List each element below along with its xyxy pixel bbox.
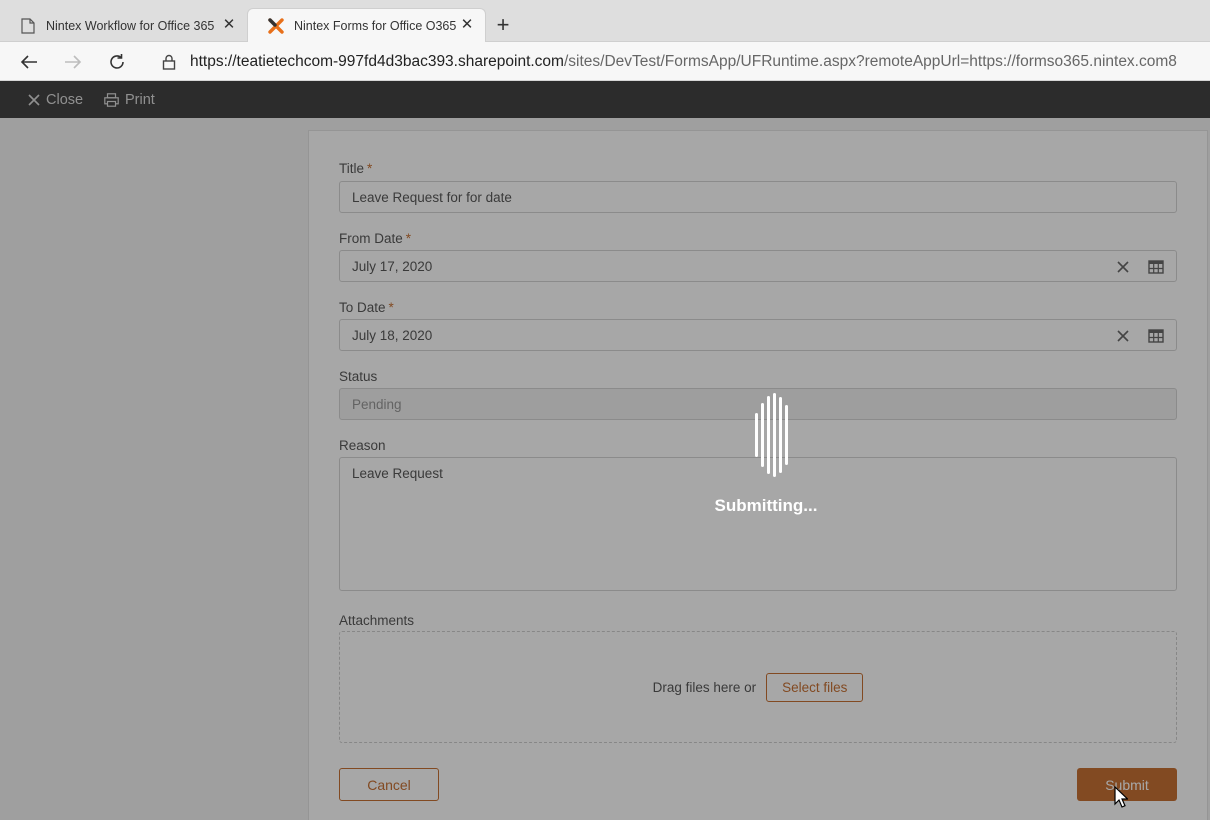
- loading-spinner-icon: [755, 393, 788, 477]
- back-button[interactable]: [17, 50, 41, 74]
- tab-title: Nintex Workflow for Office 365: [46, 18, 215, 33]
- new-tab-button[interactable]: +: [492, 14, 514, 37]
- browser-tab-bar: Nintex Workflow for Office 365 ✕ Nintex …: [0, 0, 1210, 43]
- close-tab-icon[interactable]: ✕: [221, 17, 237, 33]
- url-path: /sites/DevTest/FormsApp/UFRuntime.aspx?r…: [563, 53, 1177, 70]
- back-arrow-icon: [20, 55, 37, 69]
- submitting-message: Submitting...: [714, 496, 818, 515]
- forward-arrow-icon: [65, 55, 82, 69]
- lock-icon: [162, 54, 176, 70]
- mouse-cursor-icon: [1114, 786, 1128, 808]
- refresh-button[interactable]: [105, 50, 129, 74]
- loading-overlay: [0, 81, 1210, 820]
- refresh-icon: [110, 54, 124, 69]
- close-tab-icon[interactable]: ✕: [459, 17, 475, 33]
- forward-button[interactable]: [61, 50, 85, 74]
- tab-nintex-workflow[interactable]: Nintex Workflow for Office 365 ✕: [0, 9, 247, 42]
- url-host: https://teatietechcom-997fd4d3bac393.sha…: [190, 53, 564, 70]
- nintex-logo-icon: [268, 18, 284, 34]
- address-bar: https://teatietechcom-997fd4d3bac393.sha…: [0, 42, 1210, 81]
- url-field[interactable]: https://teatietechcom-997fd4d3bac393.sha…: [158, 48, 1210, 76]
- tab-title: Nintex Forms for Office O365: [294, 19, 457, 33]
- tab-nintex-forms[interactable]: Nintex Forms for Office O365 ✕: [247, 8, 486, 43]
- page-icon: [20, 17, 36, 34]
